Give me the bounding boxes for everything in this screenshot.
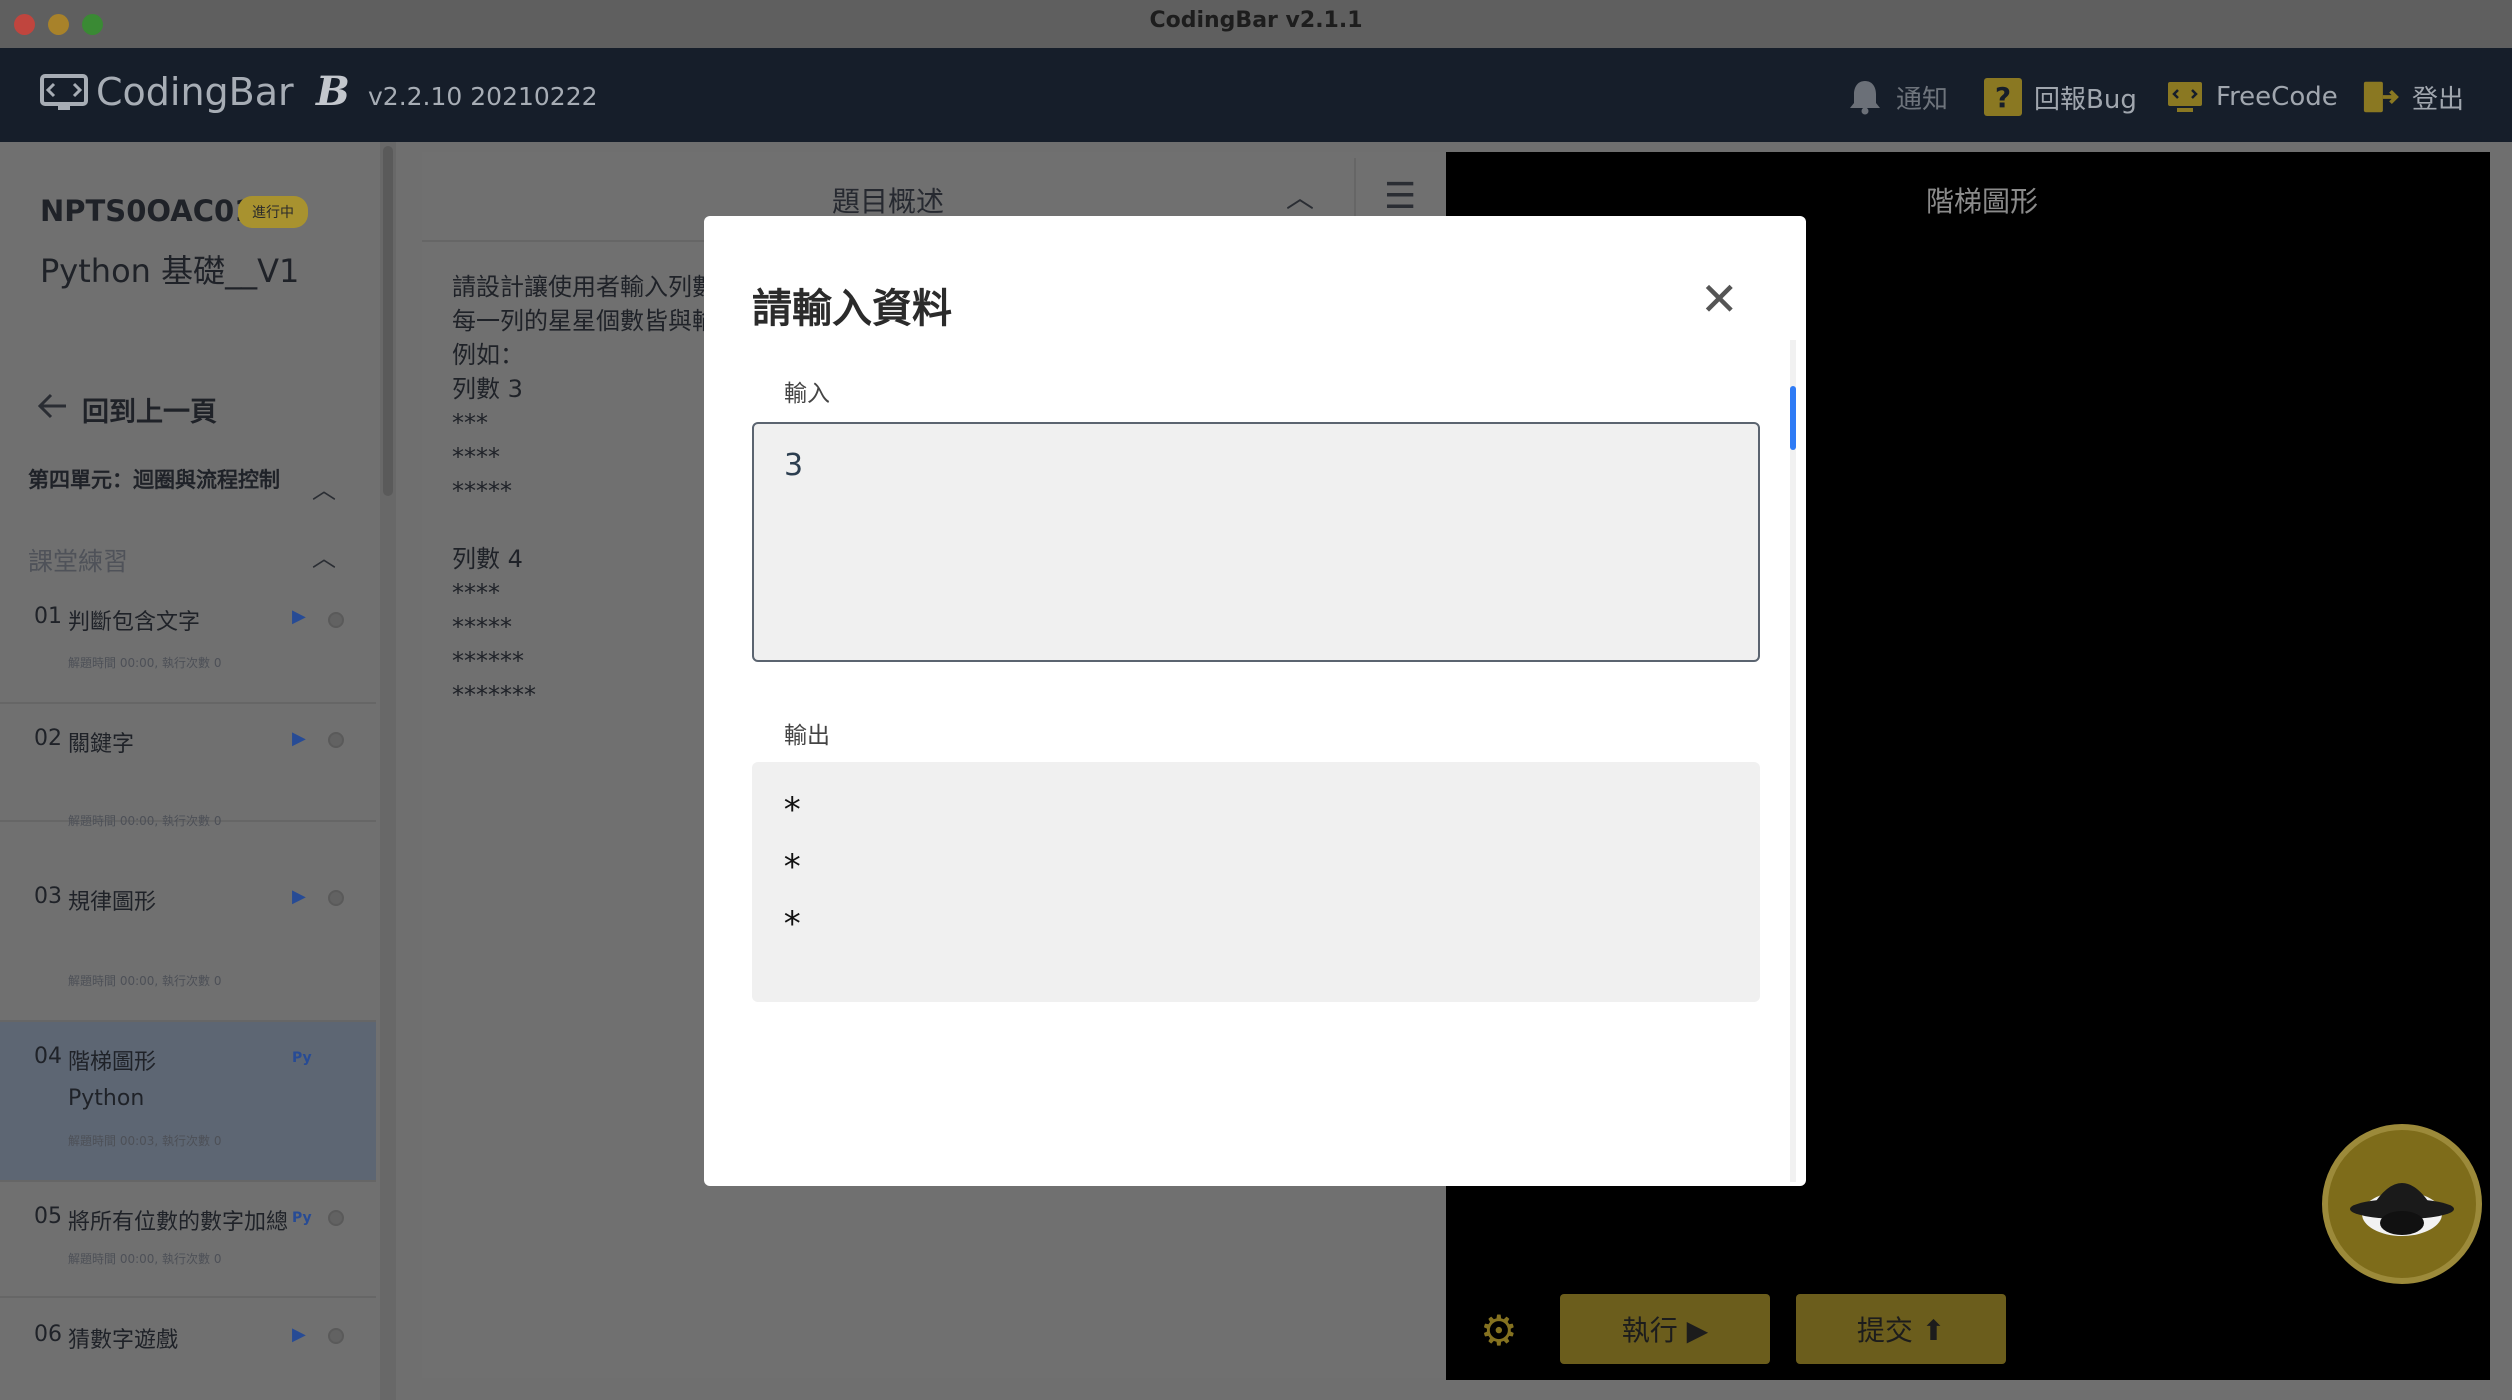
- assistant-avatar[interactable]: [2322, 1124, 2482, 1284]
- lesson-item[interactable]: [0, 822, 376, 1022]
- play-icon[interactable]: ▶: [292, 606, 306, 627]
- play-icon[interactable]: ▶: [292, 728, 306, 749]
- chevron-up-icon[interactable]: ︿: [1286, 176, 1314, 216]
- window-title: CodingBar v2.1.1: [1149, 8, 1363, 33]
- gear-icon[interactable]: ⚙: [1480, 1306, 1518, 1355]
- unit-title[interactable]: 第四單元：迴圈與流程控制: [28, 464, 280, 494]
- submit-button[interactable]: 提交 ⬆: [1796, 1294, 2006, 1364]
- python-badge: Py: [292, 1050, 312, 1066]
- lesson-meta: 解題時間 00:03, 執行次數 0: [68, 1134, 222, 1148]
- arrow-left-icon: [37, 393, 68, 426]
- app-version: v2.2.10 20210222: [368, 82, 598, 111]
- play-icon[interactable]: ▶: [292, 886, 306, 907]
- dialog-title: 請輸入資料: [752, 286, 952, 332]
- back-label: 回到上一頁: [82, 397, 217, 428]
- code-monitor-icon: [2166, 78, 2204, 116]
- problem-tab-title[interactable]: 題目概述: [832, 180, 944, 220]
- hat-icon: [2350, 1183, 2454, 1236]
- bell-icon: [1846, 78, 1884, 116]
- lesson-number: 02: [34, 726, 62, 751]
- lesson-item[interactable]: [0, 704, 376, 822]
- status-dot-icon: [328, 1210, 344, 1226]
- python-badge: Py: [292, 1210, 312, 1226]
- output-line: *: [782, 904, 803, 944]
- lesson-number: 04: [34, 1044, 62, 1069]
- status-dot-icon: [328, 1328, 344, 1344]
- status-dot-icon: [328, 612, 344, 628]
- play-icon[interactable]: ▶: [292, 1324, 306, 1345]
- back-button[interactable]: 回到上一頁: [37, 390, 217, 429]
- lesson-item[interactable]: [0, 1298, 376, 1400]
- stdout-output: * * *: [752, 762, 1760, 1002]
- lesson-title: 關鍵字: [68, 732, 135, 757]
- output-line: *: [782, 790, 803, 830]
- nav-label: 通知: [1896, 84, 1949, 115]
- lesson-meta: 解題時間 00:00, 執行次數 0: [68, 974, 222, 988]
- lesson-title: 判斷包含文字: [68, 610, 201, 635]
- status-dot-icon: [328, 732, 344, 748]
- dialog-scrollbar[interactable]: [1790, 340, 1796, 1182]
- output-line: *: [782, 847, 803, 887]
- nav-logout[interactable]: 登出: [2362, 78, 2464, 116]
- sidebar-scroll-thumb[interactable]: [383, 146, 393, 496]
- stdin-input[interactable]: 3: [752, 422, 1760, 662]
- console-title: 階梯圖形: [1926, 185, 2039, 218]
- question-icon: ?: [1984, 78, 2022, 116]
- lesson-title: 規律圖形: [68, 890, 157, 915]
- lesson-item[interactable]: [0, 1182, 376, 1298]
- status-dot-icon: [328, 890, 344, 906]
- output-label: 輸出: [784, 723, 830, 749]
- run-button[interactable]: 執行 ▶: [1560, 1294, 1770, 1364]
- nav-report-bug[interactable]: ? 回報Bug: [1984, 78, 2137, 116]
- status-badge: 進行中: [238, 196, 308, 228]
- lesson-meta: 解題時間 00:00, 執行次數 0: [68, 1252, 222, 1266]
- lesson-title: 階梯圖形: [68, 1050, 157, 1075]
- lesson-number: 01: [34, 604, 62, 629]
- input-dialog: [704, 216, 1806, 1186]
- lesson-number: 03: [34, 884, 62, 909]
- nav-notifications[interactable]: 通知: [1846, 78, 1948, 116]
- close-icon[interactable]: ✕: [1700, 276, 1739, 322]
- lesson-number: 05: [34, 1204, 62, 1229]
- menu-icon[interactable]: ☰: [1384, 176, 1416, 217]
- brand-mark: B: [316, 68, 350, 115]
- chevron-up-icon[interactable]: ︿: [312, 538, 336, 573]
- nav-label: FreeCode: [2216, 82, 2338, 112]
- nav-freecode[interactable]: FreeCode: [2166, 78, 2338, 116]
- lesson-title: 猜數字遊戲: [68, 1328, 179, 1353]
- lesson-title: 將所有位數的數字加總: [68, 1210, 289, 1235]
- codingbar-logo-icon: [40, 72, 88, 112]
- nav-label: 回報Bug: [2034, 84, 2137, 115]
- lesson-number: 06: [34, 1322, 62, 1347]
- input-label: 輸入: [784, 381, 830, 407]
- nav-label: 登出: [2412, 84, 2465, 115]
- lesson-language: Python: [68, 1086, 145, 1111]
- section-title[interactable]: 課堂練習: [28, 542, 128, 578]
- logout-icon: [2362, 78, 2400, 116]
- lesson-meta: 解題時間 00:00, 執行次數 0: [68, 656, 222, 670]
- course-name: Python 基礎__V1: [40, 252, 300, 290]
- chevron-up-icon[interactable]: ︿: [312, 470, 336, 505]
- logo-text: CodingBar: [96, 70, 294, 114]
- course-code: NPTS0OAC01: [40, 194, 255, 228]
- dialog-scroll-thumb[interactable]: [1790, 386, 1796, 450]
